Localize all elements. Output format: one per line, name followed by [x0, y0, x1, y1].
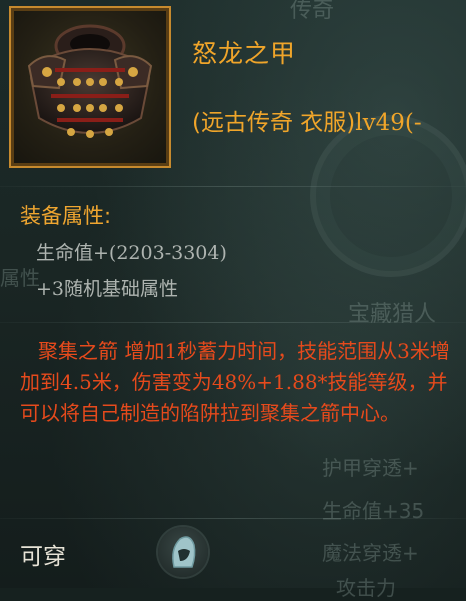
description-number: 1 — [164, 339, 178, 363]
chest-armor-icon — [27, 24, 153, 138]
description-text: 聚集之箭 增加 — [38, 339, 165, 363]
attributes-title: 装备属性: — [20, 204, 112, 228]
divider — [0, 186, 466, 187]
background-magic-pierce-text: 魔法穿透+ — [322, 541, 419, 565]
background-treasure-text: 宝藏猎人 — [348, 302, 437, 327]
background-hp-text: 生命值+35 — [322, 499, 425, 523]
description-number: 3 — [397, 339, 410, 363]
legendary-effect-description: 聚集之箭 增加1秒蓄力时间，技能范围从3米增加到4.5米，伤害变为48%+1.8… — [20, 336, 460, 429]
stat-random: +3随机基础属性 — [36, 274, 178, 301]
background-emblem — [310, 115, 466, 277]
wearable-label: 可穿 — [20, 544, 66, 570]
stat-hp-label: 生命值 — [36, 242, 94, 264]
item-subtitle: (远古传奇 衣服)lv49(- — [192, 103, 422, 137]
stat-hp: 生命值+(2203-3304) — [36, 238, 227, 265]
description-text: 秒蓄力时间，技能范围从 — [177, 339, 398, 363]
stat-random-label: 随机基础属性 — [64, 278, 179, 300]
background-tab-text: 传奇 — [290, 0, 335, 23]
description-number: 4.5 — [60, 370, 92, 394]
hooded-head-icon — [172, 536, 196, 568]
stat-hp-value: +(2203-3304) — [93, 242, 227, 264]
stat-random-prefix: +3 — [36, 278, 65, 300]
description-number: 48%+1.88* — [211, 370, 328, 394]
item-name: 怒龙之甲 — [192, 39, 297, 68]
background-armor-pierce-text: 护甲穿透+ — [322, 456, 419, 480]
divider — [0, 322, 466, 323]
item-slot[interactable] — [9, 6, 171, 168]
background-left-text: 属性 — [0, 266, 40, 290]
description-text: 米，伤害变为 — [91, 370, 212, 394]
item-level: lv49(- — [355, 110, 422, 136]
class-icon[interactable] — [158, 527, 208, 577]
background-attack-text: 攻击力 — [336, 576, 396, 600]
item-type: (远古传奇 衣服) — [192, 110, 356, 136]
divider — [0, 518, 466, 519]
item-tooltip-panel: 传奇 属性 宝藏猎人 护甲穿透+ 生命值+35 魔法穿透+ 攻击力 怒龙之甲 (… — [0, 0, 466, 600]
